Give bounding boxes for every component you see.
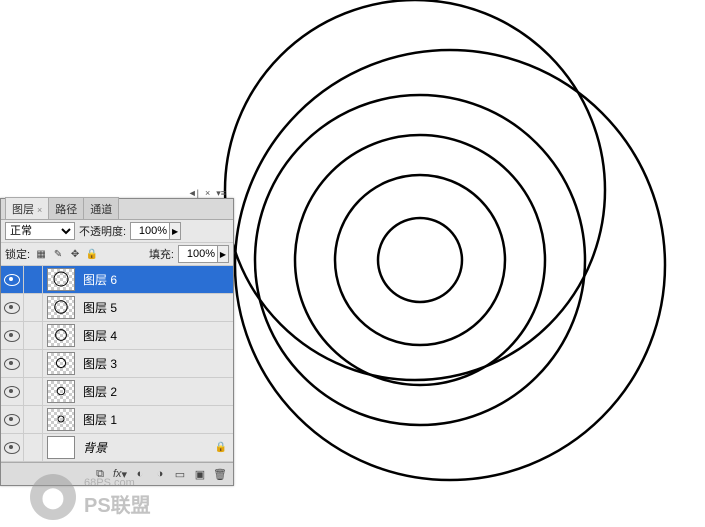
visibility-toggle[interactable] <box>1 406 24 433</box>
layer-thumbnail[interactable] <box>47 352 75 375</box>
layer-row-4[interactable]: 图层 2 <box>1 378 233 406</box>
layer-row-3[interactable]: 图层 3 <box>1 350 233 378</box>
layer-name: 图层 6 <box>79 271 233 288</box>
watermark-logo-icon: ⬤ <box>30 474 76 520</box>
lock-row: 锁定: ▦ ✎ ✥ 🔒 填充: ▶ <box>1 243 233 266</box>
layer-thumbnail[interactable] <box>47 296 75 319</box>
lock-icon: 🔒 <box>215 442 227 453</box>
lock-buttons[interactable]: ▦ ✎ ✥ 🔒 <box>34 247 99 261</box>
layer-thumbnail[interactable] <box>47 380 75 403</box>
layer-row-6[interactable]: 背景🔒 <box>1 434 233 462</box>
opacity-label: 不透明度: <box>79 223 126 239</box>
blend-mode-select[interactable]: 正常 <box>5 222 75 240</box>
layer-name: 图层 5 <box>79 299 233 316</box>
layer-row-0[interactable]: 图层 6 <box>1 266 233 294</box>
panel-menu[interactable]: ◄|×▾≡ <box>185 187 229 200</box>
layer-thumbnail[interactable] <box>47 268 75 291</box>
layer-row-1[interactable]: 图层 5 <box>1 294 233 322</box>
visibility-toggle[interactable] <box>1 350 24 377</box>
visibility-toggle[interactable] <box>1 294 24 321</box>
visibility-toggle[interactable] <box>1 378 24 405</box>
layer-list: 图层 6 图层 5 图层 4 图层 3 图层 2 图层 1 背景🔒 <box>1 266 233 462</box>
link-column[interactable] <box>24 378 43 405</box>
watermark: ⬤ 68PS.com PS联盟 <box>30 474 151 520</box>
watermark-url: 68PS.com <box>84 477 151 489</box>
opacity-input[interactable]: ▶ <box>130 222 181 240</box>
blend-row: 正常 不透明度: ▶ <box>1 220 233 243</box>
link-column[interactable] <box>24 266 43 293</box>
layer-name: 图层 4 <box>79 327 233 344</box>
link-column[interactable] <box>24 434 43 461</box>
tab-paths[interactable]: 路径 <box>48 197 84 219</box>
layer-row-2[interactable]: 图层 4 <box>1 322 233 350</box>
fill-input[interactable]: ▶ <box>178 245 229 263</box>
lock-transparency-icon[interactable]: ▦ <box>34 247 48 261</box>
link-column[interactable] <box>24 294 43 321</box>
eye-icon <box>4 414 20 426</box>
layers-panel: ◄|×▾≡ 图层× 路径 通道 正常 不透明度: ▶ 锁定: ▦ ✎ ✥ 🔒 填… <box>0 198 234 486</box>
fill-label: 填充: <box>149 246 174 262</box>
eye-icon <box>4 274 20 286</box>
eye-icon <box>4 442 20 454</box>
lock-move-icon[interactable]: ✥ <box>68 247 82 261</box>
visibility-toggle[interactable] <box>1 266 24 293</box>
watermark-brand: PS联盟 <box>84 489 151 518</box>
layer-thumbnail[interactable] <box>47 408 75 431</box>
eye-icon <box>4 330 20 342</box>
visibility-toggle[interactable] <box>1 434 24 461</box>
eye-icon <box>4 386 20 398</box>
tab-channels[interactable]: 通道 <box>83 197 119 219</box>
layer-name: 图层 1 <box>79 411 233 428</box>
eye-icon <box>4 302 20 314</box>
trash-icon[interactable]: 🗑 <box>211 465 229 483</box>
new-layer-icon[interactable]: ▣ <box>191 465 209 483</box>
lock-label: 锁定: <box>5 246 30 262</box>
layer-thumbnail[interactable] <box>47 436 75 459</box>
link-column[interactable] <box>24 350 43 377</box>
layer-row-5[interactable]: 图层 1 <box>1 406 233 434</box>
eye-icon <box>4 358 20 370</box>
layer-name: 背景 <box>79 439 215 456</box>
lock-paint-icon[interactable]: ✎ <box>51 247 65 261</box>
link-column[interactable] <box>24 406 43 433</box>
layer-thumbnail[interactable] <box>47 324 75 347</box>
tab-layers[interactable]: 图层× <box>5 197 49 219</box>
layer-name: 图层 3 <box>79 355 233 372</box>
link-column[interactable] <box>24 322 43 349</box>
panel-tabs: 图层× 路径 通道 <box>1 199 233 220</box>
lock-all-icon[interactable]: 🔒 <box>85 247 99 261</box>
visibility-toggle[interactable] <box>1 322 24 349</box>
group-icon[interactable]: ▭ <box>171 465 189 483</box>
layer-name: 图层 2 <box>79 383 233 400</box>
adjustment-icon[interactable]: ◑ <box>151 465 169 483</box>
